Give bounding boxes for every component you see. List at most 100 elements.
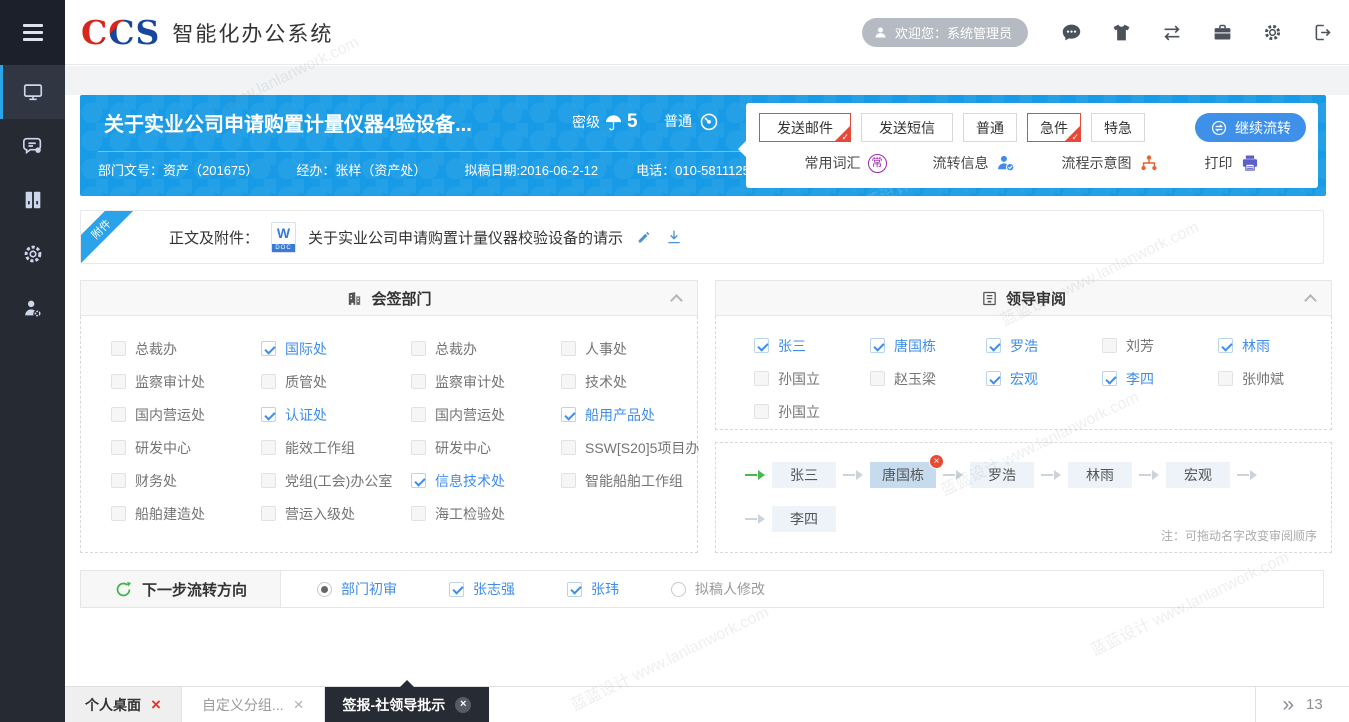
tab-personal-desktop[interactable]: 个人桌面 bbox=[65, 687, 182, 722]
checkbox[interactable] bbox=[261, 506, 276, 521]
collapse-icon[interactable] bbox=[1304, 294, 1317, 307]
checkbox[interactable] bbox=[1218, 371, 1233, 386]
leader-option[interactable]: 林雨 bbox=[1218, 329, 1334, 362]
collapse-icon[interactable] bbox=[670, 294, 683, 307]
checkbox[interactable] bbox=[870, 371, 885, 386]
dept-option[interactable]: 研发中心 bbox=[111, 431, 261, 464]
sidebar-item-archive[interactable] bbox=[0, 173, 65, 227]
checkbox-checked[interactable] bbox=[1218, 338, 1233, 353]
leader-option[interactable]: 孙国立 bbox=[754, 395, 870, 428]
checkbox-checked[interactable] bbox=[567, 582, 582, 597]
settings-icon[interactable] bbox=[1262, 22, 1283, 43]
leader-option[interactable]: 赵玉梁 bbox=[870, 362, 986, 395]
dept-option[interactable]: 船用产品处 bbox=[561, 398, 711, 431]
leader-option[interactable]: 孙国立 bbox=[754, 362, 870, 395]
checkbox-checked[interactable] bbox=[870, 338, 885, 353]
flow-info-link[interactable]: 流转信息 bbox=[933, 153, 1016, 173]
checkbox[interactable] bbox=[561, 440, 576, 455]
radio-selected[interactable] bbox=[317, 582, 332, 597]
dept-option[interactable]: 总裁办 bbox=[111, 332, 261, 365]
message-icon[interactable] bbox=[1061, 22, 1082, 43]
dept-option[interactable]: 国内营运处 bbox=[411, 398, 561, 431]
flow-chip-active[interactable]: 唐国栋 bbox=[870, 462, 936, 488]
send-mail-button[interactable]: 发送邮件 bbox=[759, 113, 851, 142]
dept-option[interactable]: 国际处 bbox=[261, 332, 411, 365]
dept-option[interactable]: 船舶建造处 bbox=[111, 497, 261, 530]
close-icon[interactable] bbox=[455, 697, 471, 713]
checkbox[interactable] bbox=[754, 404, 769, 419]
common-words-link[interactable]: 常用词汇 常 bbox=[805, 153, 887, 173]
priority-extra-urgent-button[interactable]: 特急 bbox=[1091, 113, 1145, 142]
checkbox-checked[interactable] bbox=[561, 407, 576, 422]
checkbox[interactable] bbox=[261, 440, 276, 455]
dept-option[interactable]: 认证处 bbox=[261, 398, 411, 431]
menu-toggle-button[interactable] bbox=[0, 0, 65, 65]
checkbox[interactable] bbox=[561, 341, 576, 356]
sidebar-item-messages[interactable] bbox=[0, 119, 65, 173]
attachment-file-link[interactable]: 关于实业公司申请购置计量仪器校验设备的请示 bbox=[308, 227, 623, 248]
dept-option[interactable]: 技术处 bbox=[561, 365, 711, 398]
flow-chip[interactable]: 罗浩 bbox=[970, 462, 1034, 488]
remove-icon[interactable] bbox=[929, 454, 944, 469]
expand-tabs-icon[interactable] bbox=[1282, 693, 1294, 717]
checkbox[interactable] bbox=[111, 407, 126, 422]
dept-option[interactable]: 研发中心 bbox=[411, 431, 561, 464]
dept-option[interactable]: 人事处 bbox=[561, 332, 711, 365]
dept-option[interactable]: 智能船舶工作组 bbox=[561, 464, 711, 497]
flow-chip[interactable]: 李四 bbox=[772, 506, 836, 532]
checkbox[interactable] bbox=[411, 374, 426, 389]
dept-option[interactable]: SSW[S20]5项目办 bbox=[561, 431, 711, 464]
leader-option[interactable]: 刘芳 bbox=[1102, 329, 1218, 362]
checkbox[interactable] bbox=[261, 374, 276, 389]
leader-option[interactable]: 张三 bbox=[754, 329, 870, 362]
checkbox-checked[interactable] bbox=[261, 407, 276, 422]
checkbox-checked[interactable] bbox=[449, 582, 464, 597]
checkbox-checked[interactable] bbox=[411, 473, 426, 488]
flow-chip[interactable]: 张三 bbox=[772, 462, 836, 488]
checkbox[interactable] bbox=[411, 341, 426, 356]
logout-icon[interactable] bbox=[1312, 22, 1333, 43]
dept-option[interactable]: 财务处 bbox=[111, 464, 261, 497]
continue-flow-button[interactable]: 继续流转 bbox=[1195, 113, 1306, 142]
tab-custom-group[interactable]: 自定义分组... bbox=[182, 687, 325, 722]
checkbox[interactable] bbox=[111, 473, 126, 488]
checkbox[interactable] bbox=[111, 341, 126, 356]
checkbox[interactable] bbox=[754, 371, 769, 386]
checkbox[interactable] bbox=[411, 506, 426, 521]
print-link[interactable]: 打印 bbox=[1205, 153, 1260, 173]
next-option-radio[interactable]: 拟稿人修改 bbox=[671, 579, 765, 599]
checkbox[interactable] bbox=[411, 440, 426, 455]
sidebar-item-user-settings[interactable] bbox=[0, 281, 65, 335]
switch-icon[interactable] bbox=[1161, 22, 1183, 44]
radio-unselected[interactable] bbox=[671, 582, 686, 597]
next-option-checkbox[interactable]: 张玮 bbox=[567, 579, 619, 599]
checkbox[interactable] bbox=[561, 473, 576, 488]
checkbox[interactable] bbox=[411, 407, 426, 422]
checkbox[interactable] bbox=[561, 374, 576, 389]
dept-option[interactable]: 海工检验处 bbox=[411, 497, 561, 530]
leader-option[interactable]: 宏观 bbox=[986, 362, 1102, 395]
priority-normal-button[interactable]: 普通 bbox=[963, 113, 1017, 142]
leader-option[interactable]: 唐国栋 bbox=[870, 329, 986, 362]
leader-option[interactable]: 张帅斌 bbox=[1218, 362, 1334, 395]
dept-option[interactable]: 监察审计处 bbox=[111, 365, 261, 398]
download-icon[interactable] bbox=[665, 228, 683, 246]
checkbox[interactable] bbox=[111, 440, 126, 455]
leader-option[interactable]: 罗浩 bbox=[986, 329, 1102, 362]
leaders-header[interactable]: 领导审阅 bbox=[715, 280, 1332, 316]
flow-chip[interactable]: 宏观 bbox=[1166, 462, 1230, 488]
dept-option[interactable]: 国内营运处 bbox=[111, 398, 261, 431]
close-icon[interactable] bbox=[294, 696, 304, 713]
dept-option[interactable]: 党组(工会)办公室 bbox=[261, 464, 411, 497]
checkbox-checked[interactable] bbox=[1102, 371, 1117, 386]
checkbox[interactable] bbox=[1102, 338, 1117, 353]
dept-option[interactable]: 总裁办 bbox=[411, 332, 561, 365]
checkbox[interactable] bbox=[111, 506, 126, 521]
close-icon[interactable] bbox=[151, 696, 161, 713]
checkbox-checked[interactable] bbox=[754, 338, 769, 353]
next-option-checkbox[interactable]: 张志强 bbox=[449, 579, 515, 599]
sidebar-item-tools[interactable] bbox=[0, 227, 65, 281]
checkbox[interactable] bbox=[261, 473, 276, 488]
next-option-radio[interactable]: 部门初审 bbox=[317, 579, 397, 599]
dept-option[interactable]: 营运入级处 bbox=[261, 497, 411, 530]
